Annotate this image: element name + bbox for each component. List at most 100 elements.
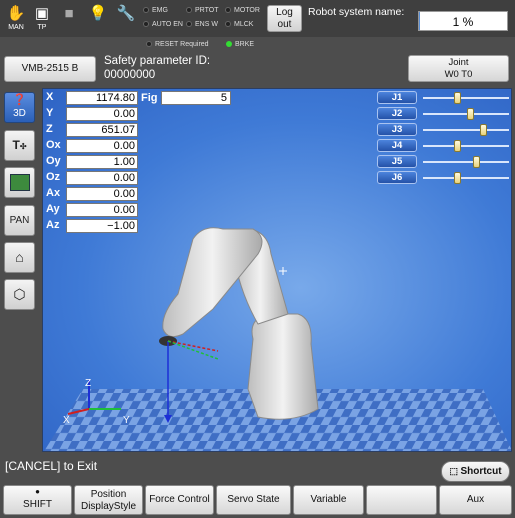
home-icon: ⌂ bbox=[15, 249, 24, 265]
world-z-label: Z bbox=[85, 378, 91, 389]
joint-button-j3[interactable]: J3 bbox=[377, 123, 417, 136]
coord-value: 0.00 bbox=[66, 139, 138, 153]
logout-button[interactable]: Log out bbox=[267, 5, 302, 32]
joint-slider-track[interactable] bbox=[423, 124, 509, 136]
robot-model-button[interactable]: VMB-2515 B bbox=[4, 56, 96, 82]
lamp-reset-required: RESET Required bbox=[146, 41, 209, 48]
joint-button-j4[interactable]: J4 bbox=[377, 139, 417, 152]
shift-button[interactable]: ● SHIFT bbox=[3, 485, 72, 515]
hand-icon[interactable]: ✋ MAN bbox=[4, 4, 28, 32]
robot-pendant-screen: ✋ MAN ▣ TP ■ 💡 🔧 EMG PRTOT MOTOR AUTO EN E… bbox=[0, 0, 515, 518]
joint-slider-track[interactable] bbox=[423, 156, 509, 168]
coord-value: −1.00 bbox=[66, 219, 138, 233]
coord-row-ox: Ox 0.00 bbox=[46, 139, 176, 154]
joint-row-j6: J6 bbox=[377, 171, 509, 185]
joint-row-j4: J4 bbox=[377, 139, 509, 153]
teach-pendant-icon[interactable]: ▣ TP bbox=[30, 4, 54, 32]
view-3d-button[interactable]: ❓ 3D bbox=[4, 92, 35, 123]
joint-row-j2: J2 bbox=[377, 107, 509, 121]
lamp-emg: EMG bbox=[143, 7, 168, 14]
coord-value: 651.07 bbox=[66, 123, 138, 137]
coord-value: 1.00 bbox=[66, 155, 138, 169]
joint-slider-track[interactable] bbox=[423, 140, 509, 152]
force-control-button[interactable]: Force Control bbox=[145, 485, 214, 515]
joint-button-j1[interactable]: J1 bbox=[377, 91, 417, 104]
coord-row-z: Z 651.07 bbox=[46, 123, 176, 138]
status-bar: ✋ MAN ▣ TP ■ 💡 🔧 EMG PRTOT MOTOR AUTO EN E… bbox=[0, 0, 515, 37]
coord-value: 0.00 bbox=[66, 203, 138, 217]
coord-row-az: Az −1.00 bbox=[46, 219, 176, 234]
robot-3d-viewport[interactable]: Z X Y X 1174.80 Y 0.00 Z 651.07 Ox 0.00 Oy 1.00 Oz… bbox=[42, 88, 512, 452]
cancel-hint: [CANCEL] to Exit bbox=[5, 459, 98, 473]
coord-label: Oz bbox=[46, 171, 61, 183]
joint-slider-track[interactable] bbox=[423, 172, 509, 184]
shift-indicator-icon: ● bbox=[35, 487, 40, 496]
coord-row-oy: Oy 1.00 bbox=[46, 155, 176, 170]
joint-mode-button[interactable]: Joint W0 T0 bbox=[408, 55, 509, 82]
joint-slider-thumb[interactable] bbox=[479, 124, 487, 136]
coord-row-ay: Ay 0.00 bbox=[46, 203, 176, 218]
home-view-button[interactable]: ⌂ bbox=[4, 242, 35, 273]
lightbulb-icon[interactable]: 💡 bbox=[86, 4, 110, 32]
coord-row-oz: Oz 0.00 bbox=[46, 171, 176, 186]
joint-row-j1: J1 bbox=[377, 91, 509, 105]
world-x-label: X bbox=[63, 415, 70, 426]
joint-row-j3: J3 bbox=[377, 123, 509, 137]
robot-base bbox=[247, 313, 319, 420]
pan-button[interactable]: PAN bbox=[4, 205, 35, 236]
progress-text: 1 % bbox=[452, 15, 474, 29]
variable-button[interactable]: Variable bbox=[293, 485, 364, 515]
coord-row-ax: Ax 0.00 bbox=[46, 187, 176, 202]
coord-label: X bbox=[46, 91, 54, 103]
coord-label: Ox bbox=[46, 139, 61, 151]
joint-slider-thumb[interactable] bbox=[453, 92, 461, 104]
joint-slider-thumb[interactable] bbox=[472, 156, 480, 168]
tool-frame-icon: T✣ bbox=[12, 138, 27, 152]
empty-function-button[interactable] bbox=[366, 485, 437, 515]
coord-label: Ay bbox=[46, 203, 60, 215]
tool-frame-button[interactable]: T✣ bbox=[4, 130, 35, 161]
joint-slider-thumb[interactable] bbox=[453, 140, 461, 152]
coord-value: 0.00 bbox=[66, 171, 138, 185]
joint-slider-thumb[interactable] bbox=[453, 172, 461, 184]
joint-row-j5: J5 bbox=[377, 155, 509, 169]
fig-label: Fig bbox=[141, 92, 158, 104]
coord-label: Y bbox=[46, 107, 54, 119]
coord-label: Oy bbox=[46, 155, 61, 167]
shortcut-button[interactable]: ⬚ Shortcut bbox=[441, 461, 510, 482]
lamp-brke: BRKE bbox=[226, 41, 254, 48]
fig-value: 5 bbox=[161, 91, 231, 105]
joint-button-j2[interactable]: J2 bbox=[377, 107, 417, 120]
joint-slider-thumb[interactable] bbox=[466, 108, 474, 120]
coord-value: 0.00 bbox=[66, 107, 138, 121]
display-settings-button[interactable] bbox=[4, 167, 35, 198]
view-3d-icon: ❓ bbox=[12, 94, 27, 106]
lamp-ens-w: ENS W bbox=[186, 21, 218, 28]
cube-view-button[interactable]: ⬡ bbox=[4, 279, 35, 310]
coord-label: Ax bbox=[46, 187, 61, 199]
cube-icon: ⬡ bbox=[13, 286, 26, 302]
wrench-icon[interactable]: 🔧 bbox=[114, 4, 138, 32]
shortcut-icon: ⬚ bbox=[449, 466, 461, 476]
coord-label: Az bbox=[46, 219, 60, 231]
lamp-mlck: MLCK bbox=[225, 21, 253, 28]
servo-state-button[interactable]: Servo State bbox=[216, 485, 291, 515]
display-settings-icon bbox=[9, 174, 30, 191]
lamp-auto-en: AUTO EN bbox=[143, 21, 183, 28]
position-display-style-button[interactable]: Position DisplayStyle bbox=[74, 485, 143, 515]
stop-icon[interactable]: ■ bbox=[57, 4, 81, 32]
joint-slider-track[interactable] bbox=[423, 92, 509, 104]
safety-parameter-id: Safety parameter ID: 00000000 bbox=[104, 55, 211, 81]
aux-button[interactable]: Aux bbox=[439, 485, 512, 515]
lamp-motor: MOTOR bbox=[225, 7, 260, 14]
robot-name-label: Robot system name: bbox=[308, 6, 405, 18]
tool-y-axis bbox=[167, 340, 219, 360]
joint-button-j6[interactable]: J6 bbox=[377, 171, 417, 184]
coord-row-y: Y 0.00 bbox=[46, 107, 176, 122]
progress-bar: 1 % bbox=[418, 11, 508, 31]
joint-button-j5[interactable]: J5 bbox=[377, 155, 417, 168]
world-y-label: Y bbox=[123, 415, 130, 426]
joint-slider-track[interactable] bbox=[423, 108, 509, 120]
coord-value: 0.00 bbox=[66, 187, 138, 201]
coord-value: 1174.80 bbox=[66, 91, 138, 105]
